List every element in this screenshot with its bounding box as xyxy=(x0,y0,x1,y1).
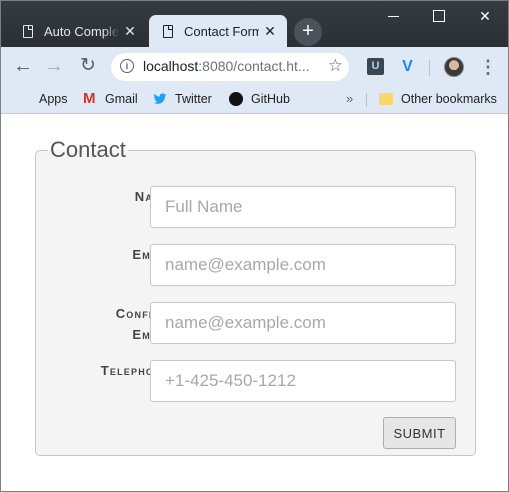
back-button[interactable]: ← xyxy=(10,53,36,79)
browser-window: Auto Complete ✕ Contact Form ✕ + ✕ ← → ↻… xyxy=(0,0,509,492)
tab-title: Contact Form xyxy=(184,23,259,39)
bookmark-label: Gmail xyxy=(105,92,138,106)
bookmarks-overflow-icon[interactable]: » xyxy=(346,91,353,106)
menu-dots-icon[interactable]: ⋮ xyxy=(479,56,497,78)
gmail-icon: M xyxy=(83,90,96,107)
url-host: localhost xyxy=(143,58,199,74)
contact-fieldset: Contact Name Email Confirm Email Telepho… xyxy=(35,138,476,456)
close-icon: ✕ xyxy=(479,7,491,24)
submit-button[interactable]: SUBMIT xyxy=(383,417,456,449)
url-text[interactable]: localhost:8080/contact.ht... xyxy=(143,58,310,74)
bookmark-label: Apps xyxy=(39,92,68,106)
close-window-button[interactable]: ✕ xyxy=(462,1,508,31)
tab-contact-form[interactable]: Contact Form ✕ xyxy=(149,15,287,47)
tab-title: Auto Complete xyxy=(44,23,119,39)
twitter-icon xyxy=(153,92,167,106)
maximize-button[interactable] xyxy=(416,1,462,31)
folder-icon xyxy=(379,93,393,105)
ublock-icon[interactable]: U xyxy=(367,58,384,75)
info-icon[interactable]: i xyxy=(120,59,134,73)
browser-toolbar: ← → ↻ i localhost:8080/contact.ht... ☆ U… xyxy=(1,47,508,86)
tab-auto-complete[interactable]: Auto Complete ✕ xyxy=(9,15,147,47)
document-icon xyxy=(163,24,173,38)
fieldset-legend: Contact xyxy=(50,137,126,162)
email-input[interactable] xyxy=(150,244,456,286)
bookmark-label: Twitter xyxy=(175,92,212,106)
bookmark-label: GitHub xyxy=(251,92,290,106)
profile-avatar[interactable] xyxy=(444,57,464,77)
bookmark-github[interactable]: GitHub xyxy=(229,92,290,106)
telephone-input[interactable] xyxy=(150,360,456,402)
github-icon xyxy=(229,92,243,106)
bookmark-twitter[interactable]: Twitter xyxy=(153,92,212,106)
vimium-icon[interactable]: V xyxy=(399,58,416,75)
forward-button[interactable]: → xyxy=(41,53,67,79)
tab-strip: Auto Complete ✕ Contact Form ✕ + ✕ xyxy=(1,1,508,47)
tab-close-icon[interactable]: ✕ xyxy=(119,23,141,40)
tab-close-icon[interactable]: ✕ xyxy=(259,23,281,40)
bookmarks-divider xyxy=(366,93,367,107)
page-content: Contact Name Email Confirm Email Telepho… xyxy=(1,114,508,491)
bookmark-gmail[interactable]: M Gmail xyxy=(83,90,138,107)
reload-button[interactable]: ↻ xyxy=(75,53,101,79)
bookmark-star-icon[interactable]: ☆ xyxy=(328,56,343,76)
toolbar-divider xyxy=(429,60,430,76)
bookmark-label: Other bookmarks xyxy=(401,92,497,106)
document-icon xyxy=(23,24,33,38)
confirm-email-input[interactable] xyxy=(150,302,456,344)
apps-grid-icon xyxy=(17,92,31,106)
bookmarks-bar: Apps M Gmail Twitter GitHub » Other book… xyxy=(1,86,508,114)
name-input[interactable] xyxy=(150,186,456,228)
url-path: :8080/contact.ht... xyxy=(198,58,310,74)
maximize-icon xyxy=(433,10,445,22)
new-tab-button[interactable]: + xyxy=(294,18,322,46)
minimize-button[interactable] xyxy=(370,1,416,31)
minimize-icon xyxy=(387,15,399,17)
bookmark-other[interactable]: Other bookmarks xyxy=(379,92,497,106)
address-bar[interactable]: i localhost:8080/contact.ht... ☆ xyxy=(111,53,349,81)
bookmark-apps[interactable]: Apps xyxy=(17,92,68,106)
